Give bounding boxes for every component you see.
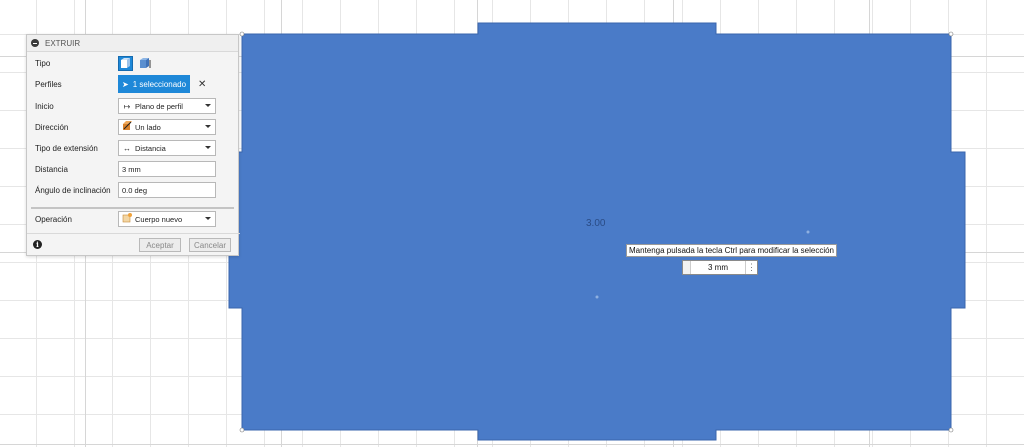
tipo-buttons (118, 55, 156, 71)
distancia-label: Distancia (35, 164, 68, 174)
tipo-extension-dropdown[interactable]: ↔ Distancia (118, 140, 216, 156)
angulo-input[interactable]: 0.0 deg (118, 182, 216, 198)
dropdown-caret-icon (205, 125, 211, 128)
row-distancia: Distancia 3 mm (27, 159, 240, 179)
vertex-point[interactable] (948, 31, 954, 37)
inicio-value: Plano de perfil (135, 101, 183, 111)
dimension-label: 3.00 (586, 218, 606, 229)
row-angulo: Ángulo de inclinación 0.0 deg (27, 180, 240, 200)
handle-point[interactable] (806, 230, 810, 234)
extrude-thin-type-button[interactable] (137, 56, 152, 71)
operacion-value: Cuerpo nuevo (135, 214, 183, 224)
new-body-icon (122, 213, 132, 225)
more-options-icon[interactable]: ⋮ (745, 261, 757, 274)
row-tipo-extension: Tipo de extensión ↔ Distancia (27, 138, 240, 158)
distance-manipulator-input[interactable]: 3 mm ⋮ (682, 260, 758, 275)
direccion-label: Dirección (35, 122, 69, 132)
operacion-label: Operación (35, 214, 72, 224)
collapse-icon[interactable] (31, 39, 39, 47)
cancel-button[interactable]: Cancelar (189, 238, 231, 252)
row-direccion: Dirección Un lado (27, 117, 240, 137)
drag-grip-icon[interactable] (683, 261, 691, 274)
distancia-input[interactable]: 3 mm (118, 161, 216, 177)
footer-divider (27, 233, 240, 234)
dropdown-caret-icon (205, 104, 211, 107)
tipo-extension-label: Tipo de extensión (35, 143, 98, 153)
cursor-arrow-icon: ➤ (122, 79, 129, 89)
inicio-label: Inicio (35, 101, 54, 111)
extrude-dialog: EXTRUIR Tipo Perfiles ➤ 1 seleccionado ✕ (26, 34, 240, 256)
vertex-point[interactable] (239, 31, 245, 37)
clear-selection-icon[interactable]: ✕ (198, 79, 206, 90)
direccion-value: Un lado (135, 122, 161, 132)
perfiles-label: Perfiles (35, 79, 62, 89)
dialog-header[interactable]: EXTRUIR (27, 35, 238, 52)
extrude-solid-type-button[interactable] (118, 55, 133, 71)
row-operacion: Operación Cuerpo nuevo (27, 209, 240, 229)
profile-selection-button[interactable]: ➤ 1 seleccionado (118, 75, 190, 93)
one-side-direction-icon (122, 121, 132, 133)
row-inicio: Inicio ↦ Plano de perfil (27, 96, 240, 116)
distance-icon: ↔ (123, 143, 131, 153)
selection-hint-tooltip: Mantenga pulsada la tecla Ctrl para modi… (626, 244, 837, 257)
tipo-extension-value: Distancia (135, 143, 166, 153)
ok-button[interactable]: Aceptar (139, 238, 181, 252)
vertex-point[interactable] (239, 427, 245, 433)
vertex-point[interactable] (948, 427, 954, 433)
row-tipo: Tipo (27, 53, 240, 73)
row-perfiles: Perfiles ➤ 1 seleccionado ✕ (27, 74, 240, 94)
angulo-label: Ángulo de inclinación (35, 185, 111, 195)
center-point (595, 295, 599, 299)
solid-extrude-icon (121, 57, 130, 68)
info-icon[interactable]: i (33, 240, 42, 249)
dropdown-caret-icon (205, 217, 211, 220)
thin-extrude-icon (139, 57, 150, 68)
dialog-title: EXTRUIR (45, 38, 81, 48)
distance-manipulator-value[interactable]: 3 mm (691, 263, 745, 272)
operacion-dropdown[interactable]: Cuerpo nuevo (118, 211, 216, 227)
profile-selection-value: 1 seleccionado (132, 79, 187, 89)
tipo-label: Tipo (35, 58, 51, 68)
direccion-dropdown[interactable]: Un lado (118, 119, 216, 135)
dropdown-caret-icon (205, 146, 211, 149)
inicio-dropdown[interactable]: ↦ Plano de perfil (118, 98, 216, 114)
profile-plane-icon: ↦ (123, 101, 131, 111)
